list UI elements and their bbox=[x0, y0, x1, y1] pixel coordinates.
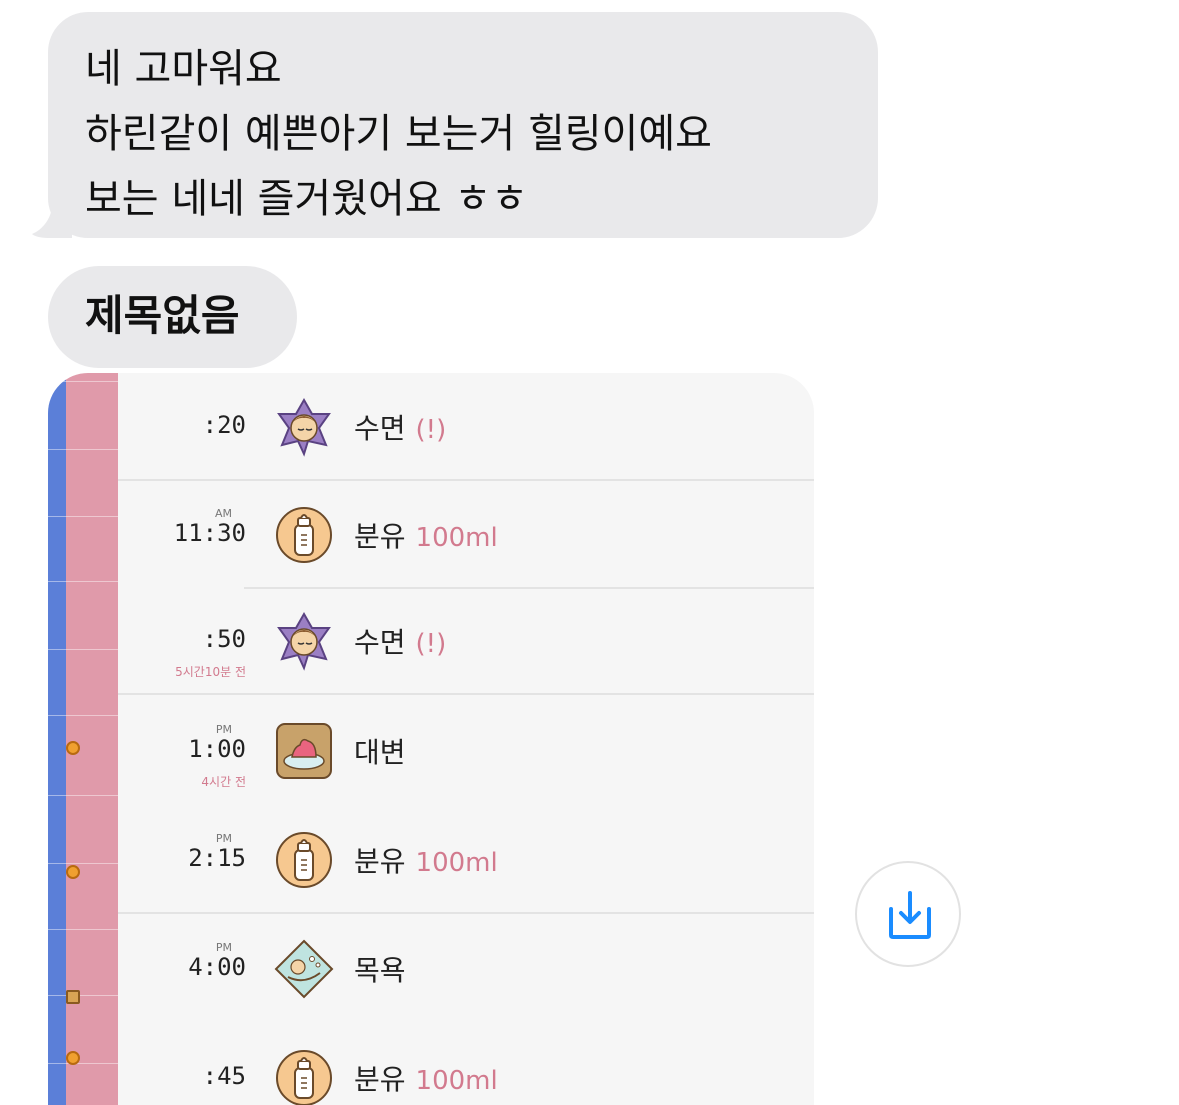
entry-label: 대변 bbox=[354, 736, 406, 769]
sidebar-gridline bbox=[48, 1063, 118, 1064]
message-line: 네 고마워요 bbox=[85, 46, 282, 92]
sleep-icon bbox=[277, 397, 331, 457]
timeline-entry[interactable]: :20 수면 (!) bbox=[118, 373, 814, 481]
sidebar-gridline bbox=[48, 715, 118, 716]
entry-label: 분유 100ml bbox=[354, 1063, 498, 1096]
formula-bottle-icon bbox=[276, 507, 332, 563]
bubble-tail bbox=[32, 208, 72, 238]
entry-time: :20 bbox=[202, 411, 246, 439]
entry-elapsed: 5시간10분 전 bbox=[175, 665, 246, 679]
entry-extra: (!) bbox=[415, 629, 447, 659]
entry-extra: (!) bbox=[415, 415, 447, 445]
timeline-entry[interactable]: :45 분유 100ml bbox=[118, 1024, 814, 1105]
timeline-entry[interactable]: PM 4:00 목욕 bbox=[118, 915, 814, 1023]
entry-time: 11:30 bbox=[173, 519, 246, 547]
message-bubble-text[interactable]: 네 고마워요 하린같이 예쁜아기 보는거 힐링이예요 보는 네네 즐거웠어요 ㅎ… bbox=[32, 12, 878, 238]
sidebar-gridline bbox=[48, 581, 118, 582]
entry-label: 수면 (!) bbox=[354, 412, 447, 445]
sidebar-gridline bbox=[48, 795, 118, 796]
poop-icon bbox=[276, 723, 332, 779]
entry-extra: 100ml bbox=[415, 1066, 498, 1096]
sidebar-gridline bbox=[48, 381, 118, 382]
entry-time: :50 bbox=[202, 625, 246, 653]
timeline-square bbox=[66, 990, 80, 1004]
message-title: 제목없음 bbox=[85, 291, 240, 340]
entry-label: 목욕 bbox=[354, 954, 406, 987]
message-text: 네 고마워요 하린같이 예쁜아기 보는거 힐링이예요 보는 네네 즐거웠어요 ㅎ… bbox=[85, 37, 712, 232]
formula-bottle-icon bbox=[276, 832, 332, 888]
sidebar-gridline bbox=[48, 516, 118, 517]
entry-extra: 100ml bbox=[415, 523, 498, 553]
entry-label: 수면 (!) bbox=[354, 626, 447, 659]
entry-label: 분유 100ml bbox=[354, 520, 498, 553]
timeline-entry[interactable]: AM 11:30 분유 100ml bbox=[118, 481, 814, 589]
divider bbox=[118, 693, 814, 695]
entry-time: :45 bbox=[202, 1062, 246, 1090]
divider bbox=[118, 912, 814, 914]
sidebar-gridline bbox=[48, 995, 118, 996]
bath-icon bbox=[274, 939, 334, 999]
sidebar-gridline bbox=[48, 649, 118, 650]
save-image-button[interactable] bbox=[855, 861, 961, 967]
entry-elapsed: 4시간 전 bbox=[201, 775, 246, 789]
save-download-icon bbox=[889, 891, 931, 939]
message-line: 하린같이 예쁜아기 보는거 힐링이예요 bbox=[85, 111, 712, 157]
message-line: 보는 네네 즐거웠어요 ㅎㅎ bbox=[85, 176, 528, 222]
timeline-entry[interactable]: :50 5시간10분 전 수면 (!) bbox=[118, 587, 814, 695]
timeline-dot bbox=[66, 865, 80, 879]
formula-bottle-icon bbox=[276, 1050, 332, 1105]
entry-extra: 100ml bbox=[415, 848, 498, 878]
timeline-dot bbox=[66, 1051, 80, 1065]
entry-label: 분유 100ml bbox=[354, 845, 498, 878]
sidebar-gridline bbox=[48, 863, 118, 864]
message-bubble-title[interactable]: 제목없음 bbox=[48, 266, 297, 368]
entry-time: 4:00 bbox=[188, 953, 246, 981]
image-attachment[interactable]: :20 수면 (!) AM 11:30 분유 100ml :50 5시간10분 전 bbox=[48, 373, 814, 1105]
entry-time: 2:15 bbox=[188, 844, 246, 872]
timeline-entry[interactable]: PM 1:00 4시간 전 대변 bbox=[118, 697, 814, 805]
timeline-entry[interactable]: PM 2:15 분유 100ml bbox=[118, 806, 814, 914]
timeline-dot bbox=[66, 741, 80, 755]
sidebar-gridline bbox=[48, 449, 118, 450]
sidebar-gridline bbox=[48, 929, 118, 930]
sleep-icon bbox=[277, 611, 331, 671]
entry-time: 1:00 bbox=[188, 735, 246, 763]
